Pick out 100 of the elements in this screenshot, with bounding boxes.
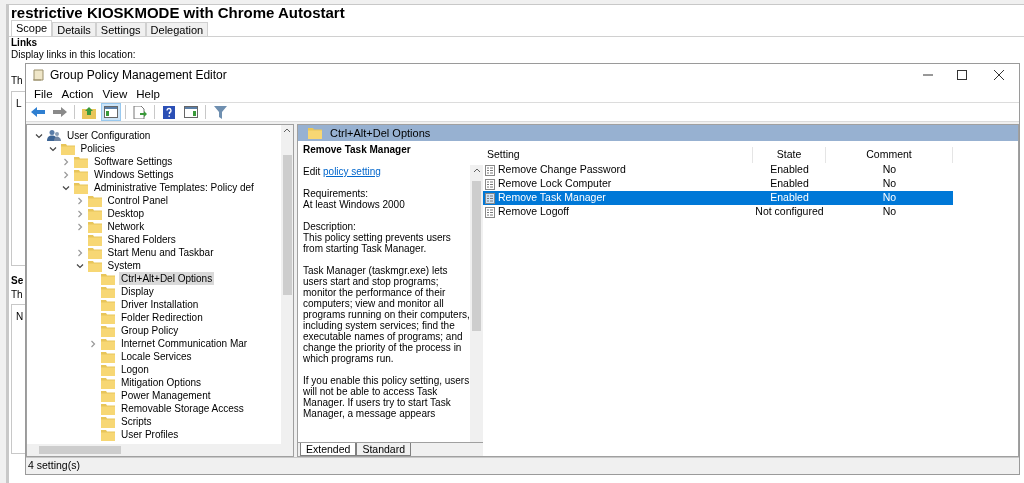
tree-item[interactable]: Administrative Templates: Policy def bbox=[92, 181, 256, 194]
chevron-down-icon[interactable] bbox=[48, 144, 57, 153]
folder-icon bbox=[101, 415, 115, 428]
chevron-right-icon[interactable] bbox=[75, 222, 84, 231]
tree-item[interactable]: System bbox=[105, 259, 143, 272]
tree-item[interactable]: Shared Folders bbox=[105, 233, 178, 246]
close-icon bbox=[994, 70, 1004, 80]
toolbar-button[interactable] bbox=[181, 103, 201, 121]
table-cell: Enabled bbox=[770, 190, 809, 206]
vertical-scrollbar[interactable] bbox=[281, 125, 293, 444]
requirements-label: Requirements: bbox=[303, 188, 369, 199]
folder-icon bbox=[101, 337, 115, 350]
folder-icon bbox=[101, 428, 115, 441]
folder-icon bbox=[101, 311, 115, 324]
menu-item[interactable]: Action bbox=[57, 86, 98, 102]
tree-item[interactable]: Logon bbox=[119, 363, 151, 376]
folder-icon bbox=[308, 127, 322, 139]
table-row[interactable]: Remove Logoff Not configured No bbox=[483, 205, 953, 219]
table-row[interactable]: Remove Change Password Enabled No bbox=[483, 163, 953, 177]
chevron-down-icon[interactable] bbox=[62, 183, 70, 192]
table-row[interactable]: Remove Task Manager Enabled No bbox=[483, 191, 953, 205]
forward-arrow-icon bbox=[53, 106, 67, 118]
toolbar-button[interactable] bbox=[101, 103, 121, 121]
tree-item[interactable]: Control Panel bbox=[105, 194, 171, 207]
chevron-right-icon[interactable] bbox=[62, 157, 70, 166]
folder-icon bbox=[101, 285, 115, 298]
column-header[interactable]: Setting bbox=[483, 147, 753, 163]
policy-icon bbox=[485, 164, 495, 176]
tree-item[interactable]: Network bbox=[105, 220, 147, 233]
tree-item[interactable]: Ctrl+Alt+Del Options bbox=[119, 272, 215, 285]
tree-item[interactable]: Scripts bbox=[119, 415, 154, 428]
toolbar-button[interactable] bbox=[130, 103, 150, 121]
menu-item[interactable]: Help bbox=[132, 86, 164, 102]
chevron-right-icon[interactable] bbox=[75, 248, 84, 257]
tree-item[interactable]: Display bbox=[119, 285, 156, 298]
table-cell: Enabled bbox=[770, 162, 809, 178]
column-header[interactable]: State bbox=[753, 147, 826, 163]
folder-icon bbox=[87, 207, 102, 220]
chevron-right-icon[interactable] bbox=[62, 170, 70, 179]
folder-icon bbox=[74, 155, 88, 168]
chevron-right-icon[interactable] bbox=[89, 339, 97, 348]
requirements-text: At least Windows 2000 bbox=[303, 199, 406, 210]
tab[interactable]: Settings bbox=[95, 22, 146, 36]
users-icon bbox=[47, 129, 61, 142]
tree-item[interactable]: Internet Communication Mar bbox=[119, 337, 250, 350]
tab[interactable]: Scope bbox=[11, 20, 53, 36]
menu-item[interactable]: View bbox=[98, 86, 132, 102]
menu-item[interactable]: File bbox=[30, 86, 57, 102]
folder-icon bbox=[101, 402, 115, 415]
tab[interactable]: Details bbox=[52, 22, 96, 36]
folder-icon bbox=[87, 246, 102, 259]
tree-item[interactable]: Power Management bbox=[119, 389, 213, 402]
tree-item[interactable]: Locale Services bbox=[119, 350, 194, 363]
help-icon bbox=[163, 105, 175, 119]
policy-icon bbox=[485, 206, 495, 218]
table-cell: Enabled bbox=[770, 176, 809, 192]
vertical-scrollbar[interactable] bbox=[470, 165, 483, 442]
table-cell: No bbox=[882, 190, 897, 206]
chevron-right-icon[interactable] bbox=[75, 196, 84, 205]
tree-item[interactable]: User Configuration bbox=[65, 129, 153, 142]
tree-item[interactable]: Desktop bbox=[105, 207, 147, 220]
table-cell: Remove Lock Computer bbox=[498, 176, 612, 192]
view-tab[interactable]: Standard bbox=[356, 443, 411, 456]
policy-title: Remove Task Manager bbox=[303, 144, 412, 155]
description-label: Description: bbox=[303, 221, 356, 232]
policy-setting-link[interactable]: policy setting bbox=[323, 166, 381, 177]
tree-item[interactable]: User Profiles bbox=[119, 428, 181, 441]
section-title: Links bbox=[11, 37, 38, 49]
tab[interactable]: Delegation bbox=[145, 22, 209, 36]
tree-item[interactable]: Software Settings bbox=[92, 155, 175, 168]
folder-icon bbox=[87, 259, 102, 272]
table-cell: No bbox=[882, 204, 897, 220]
tree-item[interactable]: Policies bbox=[78, 142, 117, 155]
status-text: 4 setting(s) bbox=[28, 458, 80, 474]
section-title: Se bbox=[11, 274, 24, 288]
view-tab[interactable]: Extended bbox=[300, 443, 357, 456]
tree-item[interactable]: Windows Settings bbox=[92, 168, 176, 181]
text-fragment: N bbox=[16, 311, 24, 322]
filter-icon bbox=[213, 105, 227, 119]
folder-icon bbox=[101, 389, 115, 402]
table-cell: No bbox=[882, 176, 897, 192]
tree-item[interactable]: Start Menu and Taskbar bbox=[105, 246, 216, 259]
scroll-up-icon[interactable] bbox=[283, 128, 291, 133]
back-arrow-icon bbox=[31, 106, 45, 118]
chevron-down-icon[interactable] bbox=[75, 261, 84, 270]
folder-icon bbox=[101, 298, 115, 311]
chevron-down-icon[interactable] bbox=[35, 131, 43, 140]
tree-item[interactable]: Mitigation Options bbox=[119, 376, 204, 389]
folder-icon bbox=[87, 220, 102, 233]
scroll-up-icon[interactable] bbox=[472, 168, 481, 173]
tree-item[interactable]: Folder Redirection bbox=[119, 311, 205, 324]
column-header[interactable]: Comment bbox=[826, 147, 953, 163]
tree-item[interactable]: Group Policy bbox=[119, 324, 181, 337]
chevron-right-icon[interactable] bbox=[75, 209, 84, 218]
tree-item[interactable]: Removable Storage Access bbox=[119, 402, 246, 415]
console-tree-icon bbox=[104, 106, 118, 118]
horizontal-scrollbar[interactable] bbox=[27, 444, 293, 456]
table-row[interactable]: Remove Lock Computer Enabled No bbox=[483, 177, 953, 191]
edit-text: Edit policy setting bbox=[303, 166, 382, 177]
tree-item[interactable]: Driver Installation bbox=[119, 298, 201, 311]
